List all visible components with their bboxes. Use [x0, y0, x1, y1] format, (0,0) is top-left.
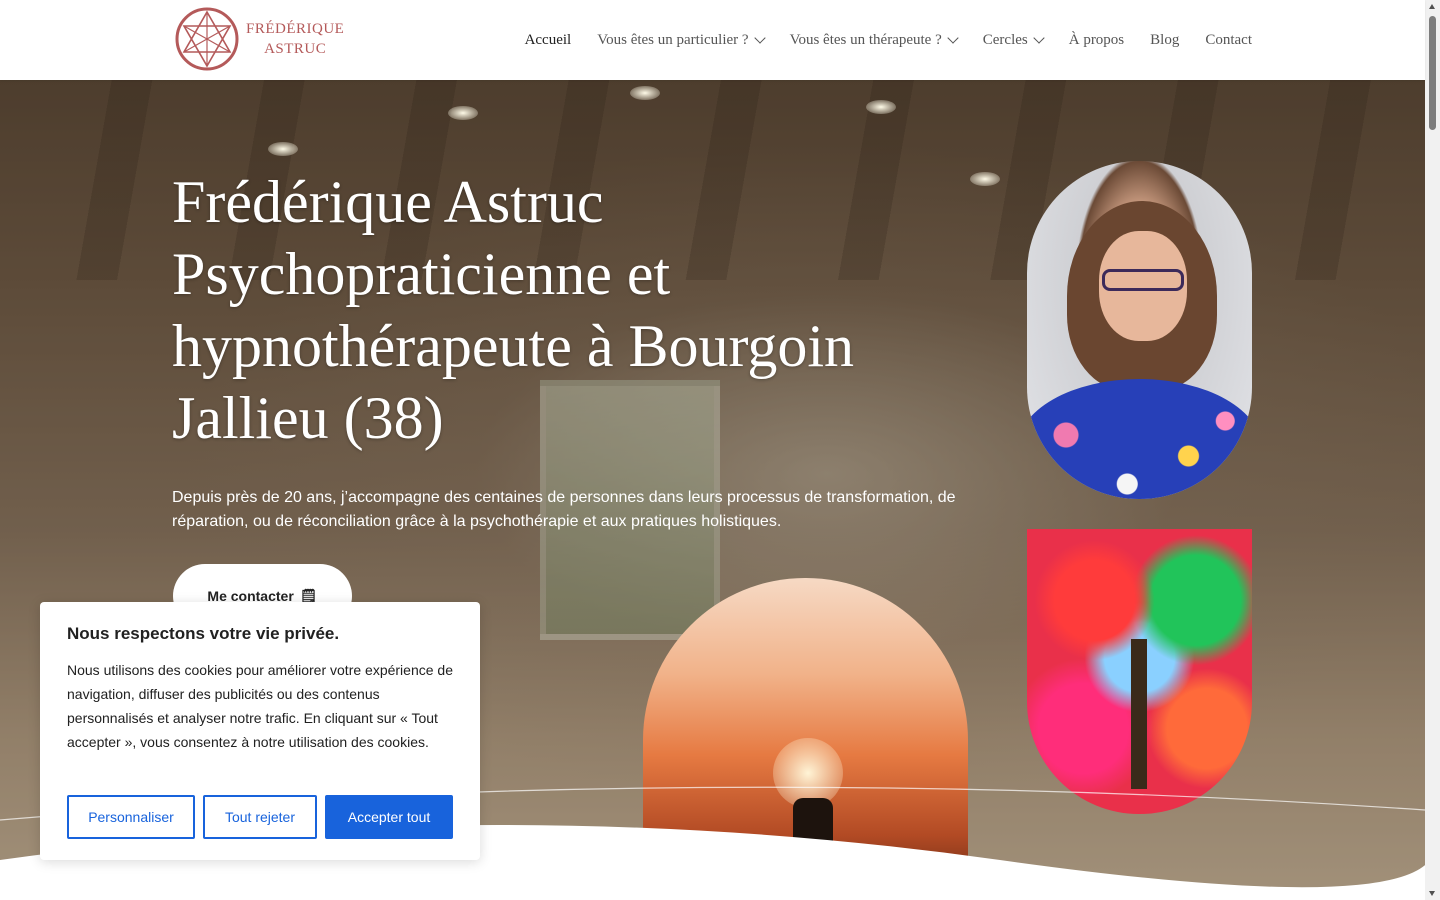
customize-button[interactable]: Personnaliser [67, 795, 195, 839]
nav-label: Blog [1150, 31, 1180, 48]
scroll-thumb[interactable] [1429, 16, 1436, 130]
page-scrollbar[interactable] [1425, 0, 1440, 900]
main-nav: Accueil Vous êtes un particulier ? Vous … [499, 0, 1252, 80]
hero-title-line1: Frédérique Astruc [172, 169, 604, 235]
nav-item-a-propos[interactable]: À propos [1069, 32, 1124, 49]
nav-label: Accueil [524, 31, 572, 48]
cookie-consent-banner: Nous respectons votre vie privée. Nous u… [40, 602, 480, 860]
ceiling-light [970, 172, 1000, 186]
scroll-down-icon[interactable] [1429, 891, 1435, 896]
reject-all-button[interactable]: Tout rejeter [203, 795, 317, 839]
ceiling-light [268, 142, 298, 156]
nav-label: Vous êtes un thérapeute ? [789, 31, 942, 48]
portrait-photo [1027, 161, 1252, 499]
nav-label: Vous êtes un particulier ? [597, 31, 749, 48]
hero-title-line4: Jallieu (38) [172, 385, 444, 451]
cookie-buttons: Personnaliser Tout rejeter Accepter tout [67, 795, 453, 839]
nav-item-cercles[interactable]: Cercles [982, 31, 1045, 49]
cookie-title: Nous respectons votre vie privée. [67, 624, 340, 643]
portrait-glasses [1102, 269, 1184, 291]
nav-item-contact[interactable]: Contact [1205, 32, 1252, 49]
metatron-cube-icon [175, 7, 239, 71]
nav-label: À propos [1068, 31, 1125, 48]
nav-label: Cercles [982, 31, 1028, 48]
nav-item-particulier[interactable]: Vous êtes un particulier ? [597, 31, 766, 49]
cookie-text: Nous utilisons des cookies pour améliore… [67, 662, 453, 750]
chevron-down-icon [1033, 32, 1045, 44]
accept-all-button[interactable]: Accepter tout [325, 795, 453, 839]
nav-item-accueil[interactable]: Accueil [525, 32, 572, 49]
site-logo[interactable]: FRÉDÉRIQUE ASTRUC [174, 6, 344, 72]
nav-item-therapeute[interactable]: Vous êtes un thérapeute ? [789, 31, 959, 49]
hero-title-line3: hypnothérapeute à Bourgoin [172, 313, 855, 379]
colorful-tree-image [1027, 529, 1252, 814]
portrait-dress [1027, 379, 1252, 499]
ceiling-light [630, 86, 660, 100]
logo-text: FRÉDÉRIQUE ASTRUC [246, 19, 344, 59]
nav-label: Contact [1205, 31, 1252, 48]
hero-title-line2: Psychopraticienne et [172, 241, 671, 307]
ceiling-light [866, 100, 896, 114]
site-header: FRÉDÉRIQUE ASTRUC Accueil Vous êtes un p… [0, 0, 1425, 80]
scroll-up-icon[interactable] [1429, 4, 1435, 9]
ceiling-light [448, 106, 478, 120]
nav-item-blog[interactable]: Blog [1150, 32, 1179, 49]
logo-line2: ASTRUC [264, 41, 327, 57]
hero-description: Depuis près de 20 ans, j’accompagne des … [172, 489, 956, 530]
chevron-down-icon [947, 32, 959, 44]
chevron-down-icon [753, 32, 766, 44]
hero-title: Frédérique Astruc Psychopraticienne et h… [172, 166, 972, 454]
logo-line1: FRÉDÉRIQUE [246, 21, 345, 37]
tree-trunk [1131, 639, 1147, 789]
